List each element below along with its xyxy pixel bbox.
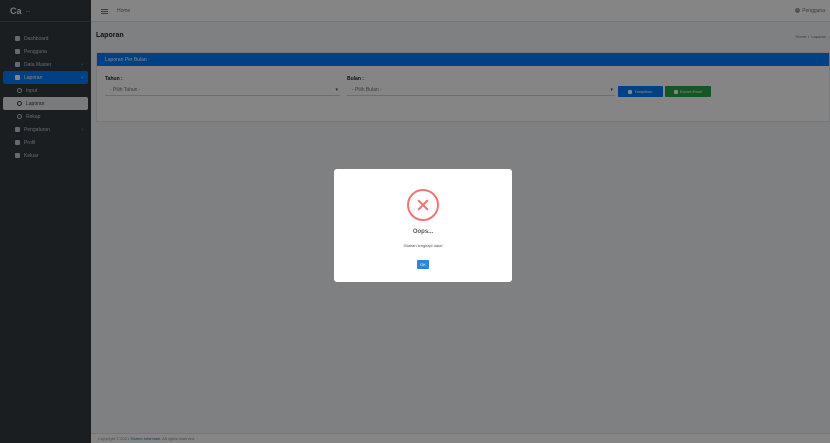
error-dialog: Oops... Silakan lengkapi data! OK xyxy=(334,169,512,282)
dialog-message: Silakan lengkapi data! xyxy=(403,243,443,248)
dialog-title: Oops... xyxy=(412,229,434,235)
ok-button[interactable]: OK xyxy=(417,260,429,269)
error-x-icon xyxy=(407,189,439,221)
